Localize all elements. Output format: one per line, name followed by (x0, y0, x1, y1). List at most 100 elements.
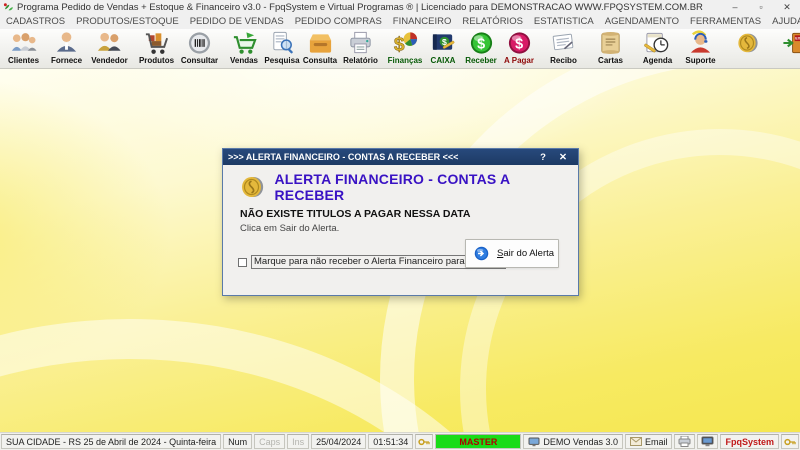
sales-cart-icon (233, 32, 257, 54)
status-location: SUA CIDADE - RS 25 de Abril de 2024 - Qu… (1, 434, 222, 449)
toolbar-pesquisa-button[interactable]: Pesquisa (263, 29, 301, 68)
toolbar-consultar-button[interactable]: Consultar (178, 29, 221, 68)
toolbar-produtos-button[interactable]: Produtos (135, 29, 178, 68)
sellers-icon (97, 32, 121, 51)
dialog-titlebar[interactable]: >>> ALERTA FINANCEIRO - CONTAS A RECEBER… (223, 149, 578, 165)
dialog-help-button[interactable]: ? (533, 152, 553, 163)
finance-pie-icon: $ (393, 32, 417, 56)
status-email[interactable]: Email (624, 434, 673, 449)
blue-arrow-icon (474, 246, 489, 261)
menu-relatorios[interactable]: RELATÓRIOS (462, 16, 523, 27)
menu-bar: CADASTROS PRODUTOS/ESTOQUE PEDIDO DE VEN… (0, 14, 800, 29)
gold-coin-icon (242, 176, 264, 198)
toolbar-agenda-button[interactable]: Agenda (636, 29, 679, 68)
toolbar-cartas-button[interactable]: Cartas (589, 29, 632, 68)
printer-icon (678, 436, 691, 447)
menu-ferramentas[interactable]: FERRAMENTAS (690, 16, 761, 27)
app-logo-icon (3, 2, 14, 10)
window-title: Programa Pedido de Vendas + Estoque & Fi… (17, 1, 703, 13)
pay-dollar-icon: $ (508, 32, 530, 54)
menu-financeiro[interactable]: FINANCEIRO (393, 16, 452, 27)
exit-door-icon: EXIT (783, 32, 800, 54)
coin-icon (738, 33, 758, 53)
menu-estatistica[interactable]: ESTATISTICA (534, 16, 594, 27)
toolbar-caixa-button[interactable]: $ CAIXA (424, 29, 462, 68)
status-access-key (781, 434, 799, 449)
computer-icon (701, 436, 714, 447)
toolbar-clientes-button[interactable]: Clientes (2, 29, 45, 68)
key-icon (784, 438, 796, 445)
application-window: Programa Pedido de Vendas + Estoque & Fi… (0, 0, 800, 450)
toolbar-label: Relatório (343, 56, 378, 65)
menu-produtos-estoque[interactable]: PRODUTOS/ESTOQUE (76, 16, 179, 27)
svg-text:EXIT: EXIT (795, 37, 800, 41)
envelope-icon (629, 437, 642, 446)
main-toolbar: Clientes Fornece Vendedor Produtos Consu… (0, 29, 800, 69)
toolbar-label: Finanças (387, 56, 423, 65)
open-box-icon (309, 34, 331, 53)
menu-pedido-vendas[interactable]: PEDIDO DE VENDAS (190, 16, 284, 27)
toolbar-label: Consultar (180, 56, 219, 65)
scroll-icon (601, 32, 620, 54)
cashbook-icon: $ (432, 34, 454, 50)
toolbar-label: Suporte (685, 56, 716, 65)
minimize-button[interactable]: – (722, 2, 748, 13)
workspace-background: >>> ALERTA FINANCEIRO - CONTAS A RECEBER… (0, 69, 800, 432)
toolbar-receber-button[interactable]: $ Receber (462, 29, 500, 68)
toolbar-vendas-button[interactable]: Vendas (225, 29, 263, 68)
toolbar-label: Vendas (229, 56, 258, 65)
toolbar-vendedor-button[interactable]: Vendedor (88, 29, 131, 68)
status-printer[interactable] (674, 434, 696, 449)
dialog-heading-row: ALERTA FINANCEIRO - CONTAS A RECEBER (239, 171, 578, 203)
toolbar-label: CAIXA (430, 56, 456, 65)
close-button[interactable]: ✕ (774, 2, 800, 13)
toolbar-exit-button[interactable]: EXIT (773, 29, 800, 68)
toolbar-label: Pesquisa (264, 56, 300, 65)
toolbar-label: Vendedor (91, 56, 128, 65)
status-terminal[interactable] (697, 434, 719, 449)
search-doc-icon (272, 31, 293, 54)
toolbar-label: Consulta (302, 56, 338, 65)
status-user-key (415, 434, 434, 449)
toolbar-apagar-button[interactable]: $ A Pagar (500, 29, 538, 68)
toolbar-financas-button[interactable]: $ Finanças (386, 29, 424, 68)
clients-icon (11, 33, 37, 51)
support-icon (690, 30, 711, 53)
dont-show-checkbox[interactable] (238, 257, 247, 267)
toolbar-consulta-button[interactable]: Consulta (301, 29, 339, 68)
monitor-icon (528, 437, 540, 446)
toolbar-recibo-button[interactable]: Recibo (542, 29, 585, 68)
menu-cadastros[interactable]: CADASTROS (6, 16, 65, 27)
supplier-icon (56, 32, 77, 52)
toolbar-label: Produtos (138, 56, 175, 65)
svg-text:$: $ (393, 35, 404, 56)
toolbar-label: Cartas (598, 56, 623, 65)
status-demo-version: DEMO Vendas 3.0 (523, 434, 623, 449)
status-num-lock: Num (223, 434, 253, 449)
svg-text:$: $ (477, 36, 485, 52)
maximize-button[interactable]: ▫ (748, 2, 774, 13)
exit-button-label: Sair do Alerta (497, 248, 555, 259)
status-master-badge: MASTER (435, 434, 522, 449)
dialog-heading: ALERTA FINANCEIRO - CONTAS A RECEBER (274, 171, 510, 203)
receive-dollar-icon: $ (470, 32, 492, 54)
menu-ajuda[interactable]: AJUDA (772, 16, 800, 27)
toolbar-label: Receber (465, 56, 497, 65)
barcode-icon (188, 32, 211, 54)
sair-do-alerta-button[interactable]: Sair do Alerta (465, 239, 559, 268)
toolbar-coin-button[interactable] (726, 29, 769, 68)
dialog-close-button[interactable]: ✕ (553, 152, 573, 163)
toolbar-relatorio-button[interactable]: Relatório (339, 29, 382, 68)
status-insert: Ins (287, 434, 310, 449)
dialog-title: >>> ALERTA FINANCEIRO - CONTAS A RECEBER… (228, 152, 459, 162)
status-brand: FpqSystem (720, 434, 779, 449)
menu-pedido-compras[interactable]: PEDIDO COMPRAS (295, 16, 382, 27)
toolbar-suporte-button[interactable]: Suporte (679, 29, 722, 68)
toolbar-fornece-button[interactable]: Fornece (45, 29, 88, 68)
key-icon (418, 438, 430, 445)
printer-report-icon (350, 31, 371, 54)
status-bar: SUA CIDADE - RS 25 de Abril de 2024 - Qu… (0, 432, 800, 450)
menu-agendamento[interactable]: AGENDAMENTO (605, 16, 679, 27)
receipt-icon (552, 33, 574, 51)
toolbar-label: Fornece (50, 56, 83, 65)
